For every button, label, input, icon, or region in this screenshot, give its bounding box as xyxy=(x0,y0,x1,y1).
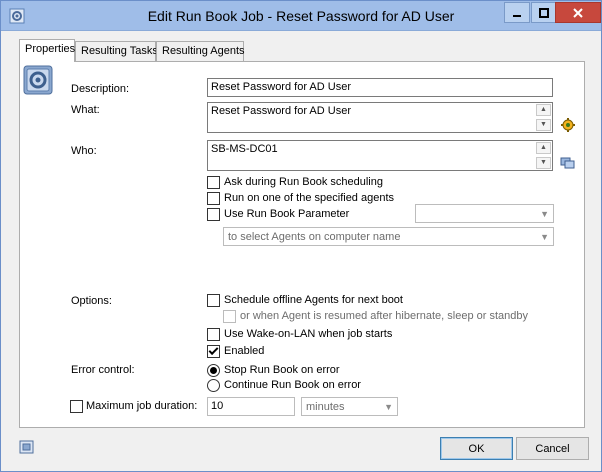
minimize-button[interactable] xyxy=(504,2,530,23)
wake-on-lan-checkbox[interactable] xyxy=(207,328,220,341)
what-input[interactable]: Reset Password for AD User ▲ ▼ xyxy=(207,102,553,133)
schedule-offline-label: Schedule offline Agents for next boot xyxy=(224,294,403,306)
error-control-label: Error control: xyxy=(71,364,135,376)
close-button[interactable] xyxy=(555,2,601,23)
description-input[interactable]: Reset Password for AD User xyxy=(207,78,553,97)
what-picker-icon[interactable] xyxy=(560,117,576,133)
ask-during-label: Ask during Run Book scheduling xyxy=(224,176,383,188)
minimize-icon xyxy=(513,14,521,17)
maximize-button[interactable] xyxy=(531,2,557,23)
run-on-agent-label: Run on one of the specified agents xyxy=(224,192,395,204)
max-duration-checkbox[interactable] xyxy=(70,400,83,413)
tab-properties[interactable]: Properties xyxy=(19,39,75,62)
who-scrollbar[interactable]: ▲ ▼ xyxy=(536,142,551,169)
scroll-down-icon[interactable]: ▼ xyxy=(536,119,551,131)
run-on-agent-checkbox[interactable] xyxy=(207,192,220,205)
max-duration-label: Maximum job duration: xyxy=(86,400,198,412)
export-icon[interactable] xyxy=(19,439,35,455)
title-bar[interactable]: Edit Run Book Job - Reset Password for A… xyxy=(1,1,601,31)
what-label: What: xyxy=(71,104,100,116)
or-when-resumed-label: or when Agent is resumed after hibernate… xyxy=(240,310,529,322)
ok-button[interactable]: OK xyxy=(440,437,513,460)
scroll-down-icon[interactable]: ▼ xyxy=(536,157,551,169)
enabled-checkbox[interactable] xyxy=(207,345,220,358)
max-duration-input[interactable]: 10 xyxy=(207,397,295,416)
duration-unit-combo[interactable]: minutes ▼ xyxy=(301,397,398,416)
options-label: Options: xyxy=(71,295,112,307)
close-icon xyxy=(573,7,583,18)
maximize-icon xyxy=(539,7,549,18)
wake-on-lan-label: Use Wake-on-LAN when job starts xyxy=(224,328,393,340)
properties-panel: Description: Reset Password for AD User … xyxy=(19,61,585,428)
cancel-button[interactable]: Cancel xyxy=(516,437,589,460)
scroll-up-icon[interactable]: ▲ xyxy=(536,104,551,116)
continue-on-error-label: Continue Run Book on error xyxy=(224,379,361,391)
chevron-down-icon: ▼ xyxy=(384,402,393,412)
or-when-resumed-checkbox[interactable] xyxy=(223,310,236,323)
who-picker-icon[interactable] xyxy=(560,154,576,170)
job-properties-icon xyxy=(23,65,53,95)
tab-resulting-tasks[interactable]: Resulting Tasks xyxy=(75,41,158,61)
scroll-up-icon[interactable]: ▲ xyxy=(536,142,551,154)
use-param-checkbox[interactable] xyxy=(207,208,220,221)
what-value: Reset Password for AD User xyxy=(211,105,351,117)
param-combo[interactable]: ▼ xyxy=(415,204,554,223)
schedule-offline-checkbox[interactable] xyxy=(207,294,220,307)
who-input[interactable]: SB-MS-DC01 ▲ ▼ xyxy=(207,140,553,171)
stop-on-error-label: Stop Run Book on error xyxy=(224,364,340,376)
description-label: Description: xyxy=(71,83,130,95)
who-label: Who: xyxy=(71,145,97,157)
stop-on-error-radio[interactable] xyxy=(207,364,220,377)
enabled-label: Enabled xyxy=(224,345,265,357)
who-value: SB-MS-DC01 xyxy=(211,143,278,155)
ask-during-checkbox[interactable] xyxy=(207,176,220,189)
dialog-window: Edit Run Book Job - Reset Password for A… xyxy=(0,0,602,472)
what-scrollbar[interactable]: ▲ ▼ xyxy=(536,104,551,131)
agents-combo[interactable]: to select Agents on computer name ▼ xyxy=(223,227,554,246)
chevron-down-icon: ▼ xyxy=(540,209,549,219)
chevron-down-icon: ▼ xyxy=(540,232,549,242)
tab-resulting-agents[interactable]: Resulting Agents xyxy=(156,41,245,61)
use-param-label: Use Run Book Parameter xyxy=(224,208,350,220)
continue-on-error-radio[interactable] xyxy=(207,379,220,392)
